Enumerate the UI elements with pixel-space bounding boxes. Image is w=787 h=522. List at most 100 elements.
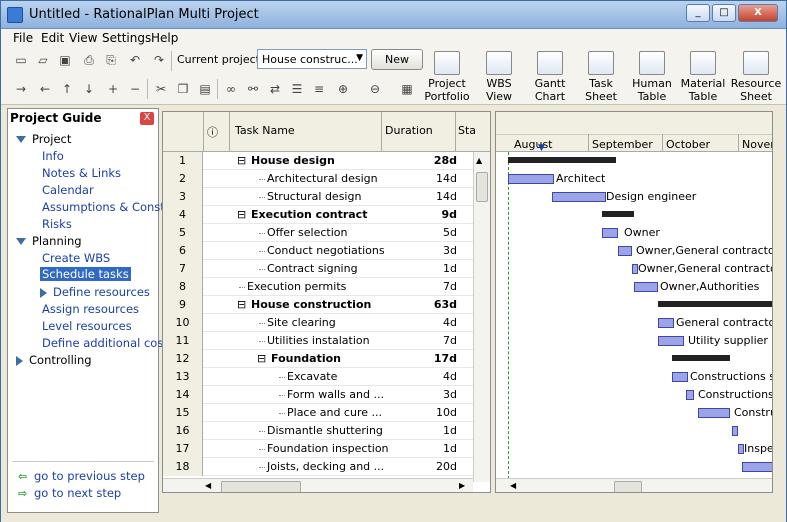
table-row[interactable]: 15 Place and cure ... 10d: [163, 404, 490, 422]
row-number[interactable]: 6: [163, 242, 203, 260]
summary-bar[interactable]: [508, 157, 616, 163]
row-number[interactable]: 2: [163, 170, 203, 188]
task-bar[interactable]: [658, 318, 674, 328]
resource-sheet-button[interactable]: Resource Sheet: [729, 51, 783, 103]
task-duration[interactable]: 17d: [385, 352, 457, 365]
row-number[interactable]: 9: [163, 296, 203, 314]
grid-vertical-thumb[interactable]: [476, 172, 488, 202]
task-name[interactable]: Form walls and ...: [287, 388, 384, 401]
table-row[interactable]: 2 Architectural design 14d: [163, 170, 490, 188]
scroll-right-icon[interactable]: ▶: [459, 481, 465, 490]
guide-define-resources[interactable]: Define resources: [40, 285, 150, 299]
task-name[interactable]: Contract signing: [267, 262, 358, 275]
task-name[interactable]: Foundation: [271, 352, 341, 365]
table-row[interactable]: 4 ⊟ Execution contract 9d: [163, 206, 490, 224]
gantt-horizontal-thumb[interactable]: [614, 481, 642, 492]
task-name[interactable]: Dismantle shuttering: [267, 424, 383, 437]
scroll-left-icon[interactable]: ◀: [205, 481, 211, 490]
guide-project-group[interactable]: Project: [16, 132, 71, 146]
row-number[interactable]: 17: [163, 440, 203, 458]
task-name-header[interactable]: Task Name: [235, 124, 295, 137]
outdent-arrow-icon[interactable]: →: [13, 81, 29, 97]
paste-icon[interactable]: ▤: [197, 81, 213, 97]
current-project-select[interactable]: House construc... ▼: [257, 49, 367, 69]
guide-planning-group[interactable]: Planning: [16, 234, 82, 248]
task-bar[interactable]: [686, 390, 694, 400]
guide-close-icon[interactable]: X: [140, 112, 154, 125]
task-duration[interactable]: 10d: [385, 406, 457, 419]
move-up-icon[interactable]: ↑: [59, 81, 75, 97]
menu-edit[interactable]: Edit: [41, 31, 64, 45]
row-number[interactable]: 18: [163, 458, 203, 476]
task-duration[interactable]: 14d: [385, 190, 457, 203]
task-duration[interactable]: 7d: [385, 280, 457, 293]
start-header[interactable]: Sta: [458, 124, 476, 137]
human-table-button[interactable]: Human Table: [628, 51, 676, 103]
task-bar[interactable]: [742, 462, 772, 472]
task-duration[interactable]: 3d: [385, 388, 457, 401]
task-name[interactable]: Utilities instalation: [267, 334, 370, 347]
print-preview-icon[interactable]: ⎘: [103, 52, 119, 68]
grid-horizontal-thumb[interactable]: [221, 481, 301, 492]
unlink-icon[interactable]: ⚯: [245, 81, 261, 97]
collapse-icon[interactable]: ⊟: [237, 208, 246, 221]
add-task-icon[interactable]: +: [105, 81, 121, 97]
guide-controlling-group[interactable]: Controlling: [16, 353, 92, 367]
move-down-icon[interactable]: ↓: [81, 81, 97, 97]
task-duration[interactable]: 3d: [385, 244, 457, 257]
table-row[interactable]: 13 Excavate 4d: [163, 368, 490, 386]
task-duration[interactable]: 4d: [385, 316, 457, 329]
critical-path-icon[interactable]: ≡: [311, 81, 327, 97]
new-file-icon[interactable]: ▭: [13, 52, 29, 68]
table-row[interactable]: 3 Structural design 14d: [163, 188, 490, 206]
guide-create-wbs[interactable]: Create WBS: [42, 251, 110, 265]
task-name[interactable]: Execution permits: [247, 280, 346, 293]
table-row[interactable]: 10 Site clearing 4d: [163, 314, 490, 332]
guide-risks[interactable]: Risks: [42, 217, 72, 231]
row-number[interactable]: 15: [163, 404, 203, 422]
task-bar[interactable]: [508, 174, 554, 184]
table-row[interactable]: 8 Execution permits 7d: [163, 278, 490, 296]
collapse-icon[interactable]: ⊟: [237, 298, 246, 311]
task-bar[interactable]: [672, 372, 688, 382]
task-name[interactable]: Conduct negotiations: [267, 244, 385, 257]
guide-info[interactable]: Info: [42, 149, 64, 163]
print-icon[interactable]: ⎙: [81, 52, 97, 68]
table-row[interactable]: 14 Form walls and ... 3d: [163, 386, 490, 404]
remove-task-icon[interactable]: −: [127, 81, 143, 97]
row-number[interactable]: 12: [163, 350, 203, 368]
task-bar[interactable]: [634, 282, 658, 292]
task-name[interactable]: Structural design: [267, 190, 361, 203]
zoom-in-icon[interactable]: ⊕: [335, 81, 351, 97]
redo-icon[interactable]: ↷: [151, 52, 167, 68]
table-row[interactable]: 17 Foundation inspection 1d: [163, 440, 490, 458]
task-duration[interactable]: 28d: [385, 154, 457, 167]
menu-view[interactable]: View: [69, 31, 97, 45]
task-name[interactable]: Excavate: [287, 370, 337, 383]
task-duration[interactable]: 9d: [385, 208, 457, 221]
grid-horizontal-scrollbar[interactable]: ◀ ▶: [163, 478, 473, 492]
task-name[interactable]: House design: [251, 154, 335, 167]
task-bar[interactable]: [732, 426, 738, 436]
table-row[interactable]: 12 ⊟ Foundation 17d: [163, 350, 490, 368]
task-duration[interactable]: 20d: [385, 460, 457, 473]
open-folder-icon[interactable]: ▱: [35, 52, 51, 68]
calendar-icon[interactable]: ▦: [399, 81, 415, 97]
task-name[interactable]: Offer selection: [267, 226, 347, 239]
guide-schedule-tasks[interactable]: Schedule tasks: [40, 267, 131, 281]
task-name[interactable]: Architectural design: [267, 172, 378, 185]
task-name[interactable]: Foundation inspection: [267, 442, 389, 455]
task-duration[interactable]: 63d: [385, 298, 457, 311]
table-row[interactable]: 7 Contract signing 1d: [163, 260, 490, 278]
close-button[interactable]: X: [738, 4, 778, 22]
material-table-button[interactable]: Material Table: [679, 51, 727, 103]
row-number[interactable]: 13: [163, 368, 203, 386]
gantt-horizontal-scrollbar[interactable]: ◀: [496, 478, 772, 492]
scroll-up-icon[interactable]: ▲: [476, 156, 482, 165]
zoom-out-icon[interactable]: ⊖: [367, 81, 383, 97]
task-duration[interactable]: 1d: [385, 262, 457, 275]
task-name[interactable]: Place and cure ...: [287, 406, 382, 419]
summary-bar[interactable]: [602, 211, 634, 217]
row-number[interactable]: 14: [163, 386, 203, 404]
summary-bar[interactable]: [658, 301, 772, 307]
